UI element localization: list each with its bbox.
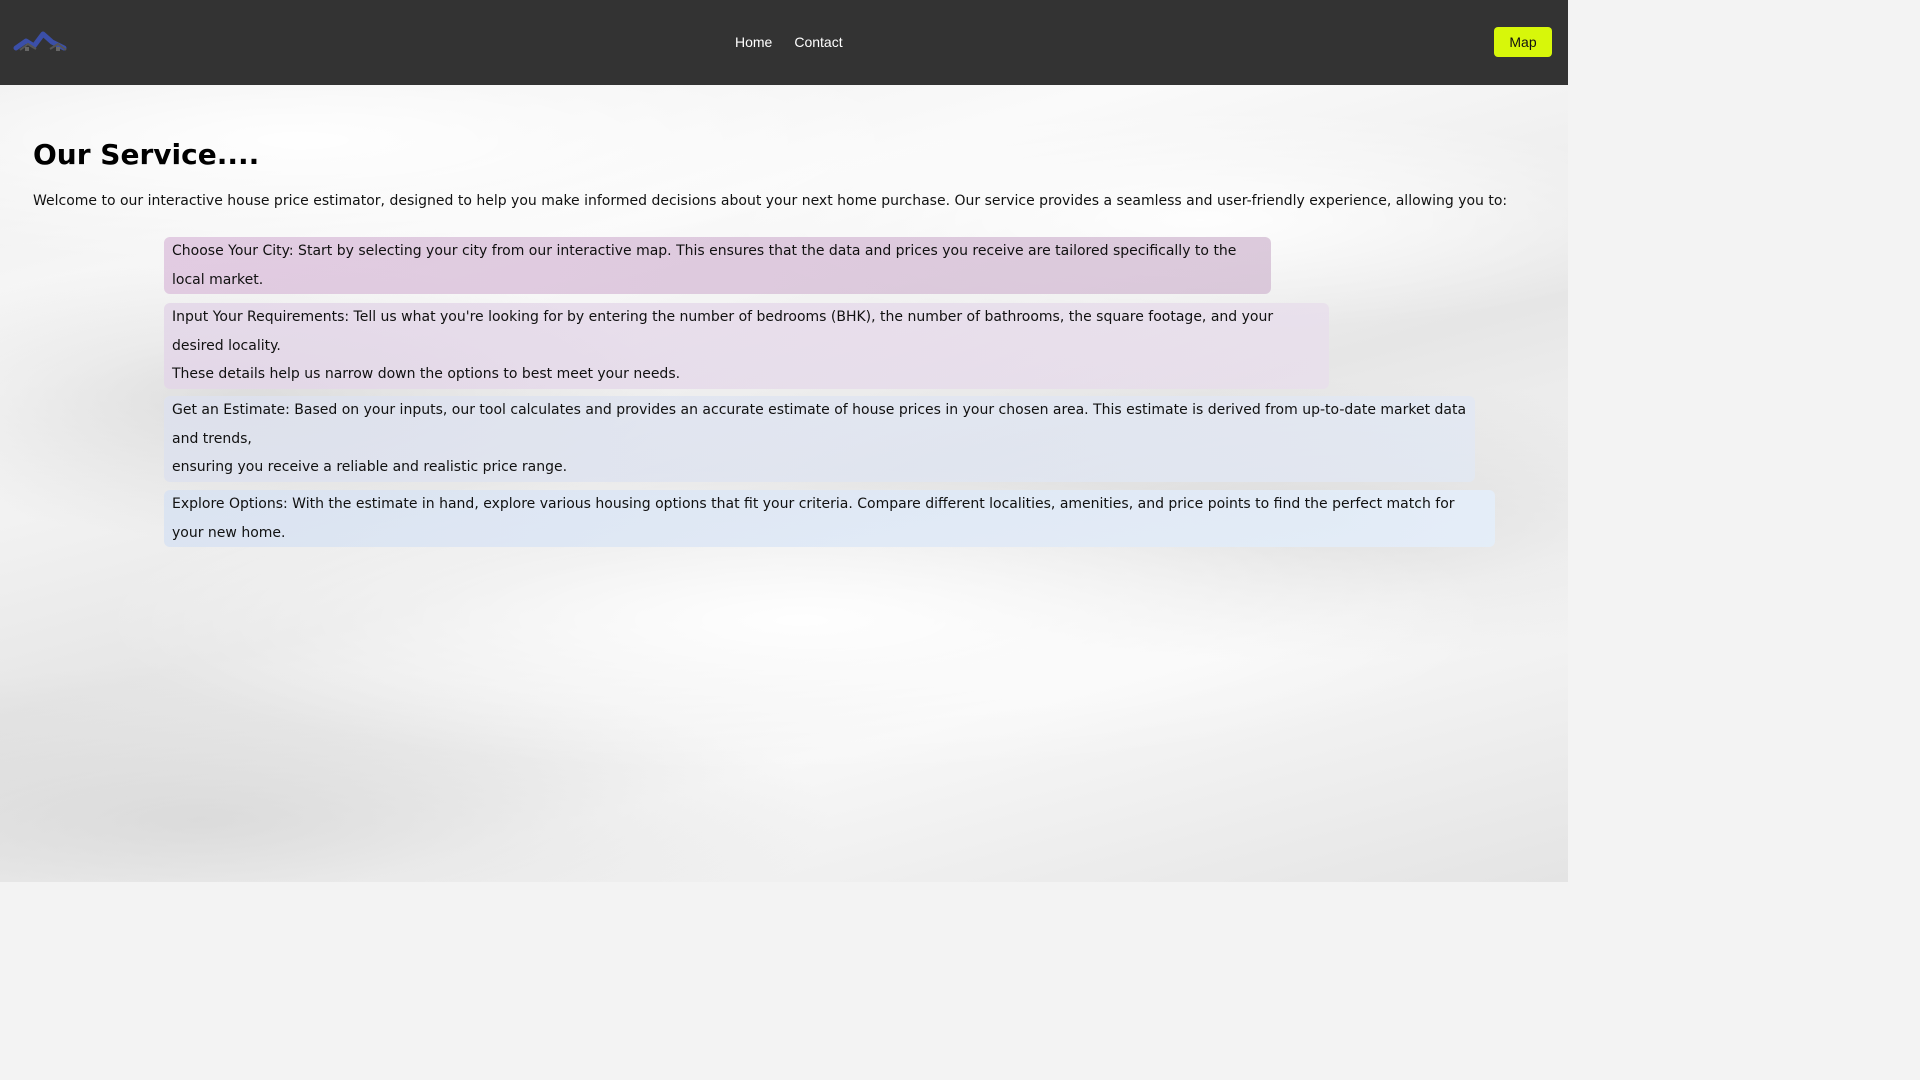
- step-text: Choose Your City: Start by selecting you…: [172, 243, 1237, 288]
- service-step-get-estimate: Get an Estimate: Based on your inputs, o…: [164, 396, 1475, 482]
- step-text: Explore Options: With the estimate in ha…: [172, 496, 1455, 541]
- step-text-line-1: Get an Estimate: Based on your inputs, o…: [172, 402, 1467, 447]
- map-button[interactable]: Map: [1494, 27, 1552, 57]
- service-step-input-requirements: Input Your Requirements: Tell us what yo…: [164, 303, 1329, 389]
- navbar: Home Contact Map: [0, 0, 1568, 85]
- intro-text: Welcome to our interactive house price e…: [33, 193, 1508, 209]
- service-step-choose-city: Choose Your City: Start by selecting you…: [164, 237, 1271, 294]
- nav-link-home[interactable]: Home: [735, 32, 772, 52]
- step-text-line-2: ensuring you receive a reliable and real…: [172, 459, 568, 476]
- house-logo-icon[interactable]: [12, 28, 68, 54]
- page-title: Our Service....: [33, 138, 260, 171]
- nav-link-contact[interactable]: Contact: [794, 32, 842, 52]
- service-step-explore-options: Explore Options: With the estimate in ha…: [164, 490, 1495, 547]
- main-content: Our Service.... Welcome to our interacti…: [0, 85, 1568, 785]
- step-text-line-1: Input Your Requirements: Tell us what yo…: [172, 309, 1274, 354]
- nav-links: Home Contact: [735, 32, 843, 52]
- step-text-line-2: These details help us narrow down the op…: [172, 366, 681, 383]
